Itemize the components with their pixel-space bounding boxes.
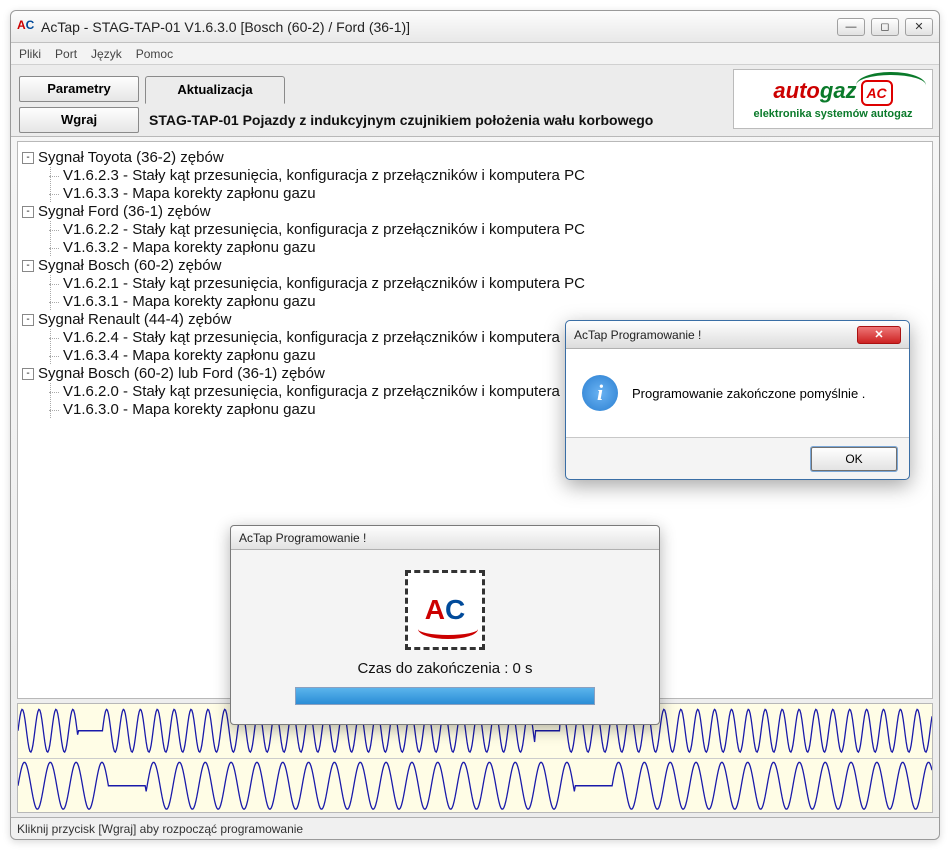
- tree-item[interactable]: V1.6.2.2 - Stały kąt przesunięcia, konfi…: [63, 221, 928, 238]
- menu-port[interactable]: Port: [55, 47, 77, 61]
- tree-group-label: Sygnał Ford (36-1) zębów: [38, 203, 211, 220]
- tree-group[interactable]: -Sygnał Ford (36-1) zębów: [22, 203, 928, 220]
- titlebar[interactable]: AC AcTap - STAG-TAP-01 V1.6.3.0 [Bosch (…: [11, 11, 939, 43]
- menu-pliki[interactable]: Pliki: [19, 47, 41, 61]
- menu-jezyk[interactable]: Język: [91, 47, 122, 61]
- window-title: AcTap - STAG-TAP-01 V1.6.3.0 [Bosch (60-…: [41, 19, 837, 35]
- collapse-icon[interactable]: -: [22, 206, 34, 218]
- alert-dialog-title: AcTap Programowanie !: [574, 328, 701, 342]
- brand-logo: autogaz AC elektronika systemów autogaz: [733, 69, 933, 129]
- progress-fill: [296, 688, 594, 704]
- alert-ok-button[interactable]: OK: [811, 447, 897, 471]
- progress-dialog: AcTap Programowanie ! AC Czas do zakończ…: [230, 525, 660, 725]
- alert-close-button[interactable]: ✕: [857, 326, 901, 344]
- collapse-icon[interactable]: -: [22, 152, 34, 164]
- alert-dialog-titlebar[interactable]: AcTap Programowanie ! ✕: [566, 321, 909, 349]
- tree-item[interactable]: V1.6.3.3 - Mapa korekty zapłonu gazu: [63, 185, 928, 202]
- menu-pomoc[interactable]: Pomoc: [136, 47, 173, 61]
- device-description: STAG-TAP-01 Pojazdy z indukcyjnym czujni…: [149, 112, 653, 128]
- maximize-button[interactable]: ◻: [871, 18, 899, 36]
- toolbar: Parametry Aktualizacja Wgraj STAG-TAP-01…: [11, 65, 939, 137]
- car-outline-icon: [856, 72, 926, 88]
- collapse-icon[interactable]: -: [22, 260, 34, 272]
- tree-item[interactable]: V1.6.2.1 - Stały kąt przesunięcia, konfi…: [63, 275, 928, 292]
- alert-message: Programowanie zakończone pomyślnie .: [632, 386, 865, 401]
- progress-label: Czas do zakończenia : 0 s: [357, 660, 532, 677]
- tree-group[interactable]: -Sygnał Toyota (36-2) zębów: [22, 149, 928, 166]
- tree-group-label: Sygnał Bosch (60-2) lub Ford (36-1) zębó…: [38, 365, 325, 382]
- collapse-icon[interactable]: -: [22, 368, 34, 380]
- parametry-button[interactable]: Parametry: [19, 76, 139, 102]
- minimize-button[interactable]: —: [837, 18, 865, 36]
- status-text: Kliknij przycisk [Wgraj] aby rozpocząć p…: [17, 822, 303, 836]
- tree-group-label: Sygnał Bosch (60-2) zębów: [38, 257, 221, 274]
- alert-dialog: AcTap Programowanie ! ✕ i Programowanie …: [565, 320, 910, 480]
- app-icon: AC: [17, 18, 35, 36]
- collapse-icon[interactable]: -: [22, 314, 34, 326]
- logo-auto: auto: [773, 78, 819, 104]
- close-button[interactable]: ✕: [905, 18, 933, 36]
- info-icon: i: [582, 375, 618, 411]
- waveform-channel-2: [18, 758, 932, 813]
- tree-item[interactable]: V1.6.2.3 - Stały kąt przesunięcia, konfi…: [63, 167, 928, 184]
- statusbar: Kliknij przycisk [Wgraj] aby rozpocząć p…: [11, 817, 939, 839]
- aktualizacja-tab[interactable]: Aktualizacja: [145, 76, 285, 104]
- tree-group[interactable]: -Sygnał Bosch (60-2) zębów: [22, 257, 928, 274]
- tree-group-label: Sygnał Renault (44-4) zębów: [38, 311, 231, 328]
- ac-stamp-icon: AC: [405, 570, 485, 650]
- wgraj-button[interactable]: Wgraj: [19, 107, 139, 133]
- tree-item[interactable]: V1.6.3.1 - Mapa korekty zapłonu gazu: [63, 293, 928, 310]
- progress-dialog-title[interactable]: AcTap Programowanie !: [231, 526, 659, 550]
- tree-item[interactable]: V1.6.3.2 - Mapa korekty zapłonu gazu: [63, 239, 928, 256]
- menubar: Pliki Port Język Pomoc: [11, 43, 939, 65]
- logo-subtitle: elektronika systemów autogaz: [754, 108, 913, 120]
- progress-bar: [295, 687, 595, 705]
- logo-gaz: gaz: [820, 78, 857, 104]
- tree-group-label: Sygnał Toyota (36-2) zębów: [38, 149, 224, 166]
